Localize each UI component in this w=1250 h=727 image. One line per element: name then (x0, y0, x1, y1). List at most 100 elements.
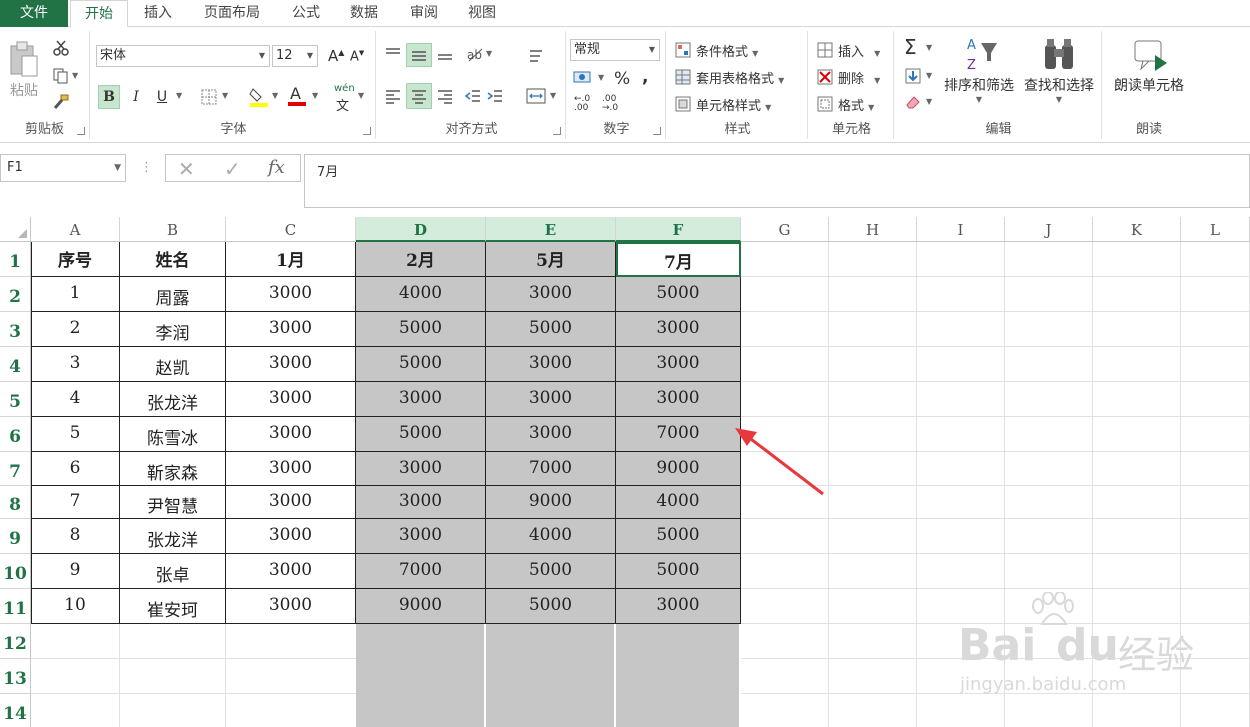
table-cell-b6[interactable]: 陈雪冰 (120, 417, 226, 452)
selected-empty-cell[interactable] (616, 624, 741, 727)
fill-icon[interactable] (904, 67, 922, 85)
autosum-icon[interactable]: Σ (904, 35, 917, 59)
align-bottom-icon[interactable] (436, 45, 454, 63)
name-box[interactable]: F1 ▼ (0, 154, 126, 182)
row-header-5[interactable]: 5 (0, 382, 31, 417)
tab-data[interactable]: 数据 (338, 0, 390, 27)
row-header-8[interactable]: 8 (0, 486, 31, 519)
table-cell-a4[interactable]: 3 (31, 347, 120, 382)
enter-icon[interactable]: ✓ (224, 157, 241, 181)
number-launcher-icon[interactable] (653, 127, 661, 135)
table-cell-a6[interactable]: 5 (31, 417, 120, 452)
formula-input[interactable]: 7月 (304, 154, 1250, 208)
format-as-table-button[interactable]: 套用表格格式 ▼ (696, 68, 784, 87)
table-cell-d3[interactable]: 5000 (356, 312, 486, 347)
align-right-icon[interactable] (436, 87, 454, 105)
column-header-c[interactable]: C (226, 217, 356, 242)
table-cell-c5[interactable]: 3000 (226, 382, 356, 417)
table-cell-c6[interactable]: 3000 (226, 417, 356, 452)
table-cell-a2[interactable]: 1 (31, 277, 120, 312)
header-cell-d[interactable]: 2月 (356, 242, 486, 277)
column-header-i[interactable]: I (917, 217, 1005, 242)
table-cell-f2[interactable]: 5000 (616, 277, 741, 312)
row-header-4[interactable]: 4 (0, 347, 31, 382)
copy-icon[interactable] (52, 67, 70, 85)
table-cell-d2[interactable]: 4000 (356, 277, 486, 312)
align-top-icon[interactable] (384, 45, 402, 63)
currency-icon[interactable] (572, 69, 594, 87)
table-cell-e9[interactable]: 4000 (486, 519, 616, 554)
orientation-icon[interactable]: ab (466, 45, 484, 63)
border-dropdown-icon[interactable]: ▼ (222, 91, 228, 100)
tab-page-layout[interactable]: 页面布局 (192, 0, 272, 27)
header-cell-c[interactable]: 1月 (226, 242, 356, 277)
select-all-icon[interactable] (0, 217, 31, 242)
font-color-icon[interactable]: A (286, 83, 308, 109)
percent-button[interactable]: % (614, 69, 630, 89)
column-header-j[interactable]: J (1005, 217, 1093, 242)
increase-indent-icon[interactable] (486, 87, 504, 105)
read-cell-button[interactable]: 朗读单元格 (1106, 35, 1192, 105)
column-header-l[interactable]: L (1181, 217, 1250, 242)
table-cell-b3[interactable]: 李润 (120, 312, 226, 347)
tab-review[interactable]: 审阅 (398, 0, 450, 27)
row-header-6[interactable]: 6 (0, 417, 31, 452)
paste-button[interactable]: 粘贴 (4, 35, 44, 105)
tab-view[interactable]: 视图 (456, 0, 508, 27)
table-cell-c8[interactable]: 3000 (226, 486, 356, 519)
table-cell-d5[interactable]: 3000 (356, 382, 486, 417)
align-center-button[interactable] (406, 83, 432, 109)
copy-dropdown-icon[interactable]: ▼ (72, 71, 78, 80)
cut-icon[interactable] (52, 39, 70, 57)
table-cell-b4[interactable]: 赵凯 (120, 347, 226, 382)
format-painter-icon[interactable] (52, 93, 70, 111)
increase-decimal-icon[interactable]: ←.0.00 (574, 95, 590, 113)
font-launcher-icon[interactable] (363, 127, 371, 135)
table-cell-e5[interactable]: 3000 (486, 382, 616, 417)
clipboard-launcher-icon[interactable] (77, 127, 85, 135)
tab-home[interactable]: 开始 (70, 0, 128, 28)
row-header-2[interactable]: 2 (0, 277, 31, 312)
table-cell-a3[interactable]: 2 (31, 312, 120, 347)
table-cell-d7[interactable]: 3000 (356, 452, 486, 486)
column-header-d[interactable]: D (356, 217, 486, 242)
selected-empty-cell[interactable] (486, 624, 616, 727)
bold-button[interactable]: B (98, 85, 120, 109)
alignment-launcher-icon[interactable] (553, 127, 561, 135)
table-cell-f10[interactable]: 5000 (616, 554, 741, 589)
table-cell-b7[interactable]: 靳家森 (120, 452, 226, 486)
underline-dropdown-icon[interactable]: ▼ (176, 91, 182, 100)
decrease-decimal-icon[interactable]: .00 →.0 (602, 95, 618, 113)
table-cell-d11[interactable]: 9000 (356, 589, 486, 624)
row-header-7[interactable]: 7 (0, 452, 31, 486)
find-select-button[interactable]: 查找和选择 ▼ (1020, 35, 1098, 117)
border-icon[interactable] (200, 88, 218, 106)
table-cell-f7[interactable]: 9000 (616, 452, 741, 486)
row-header-1[interactable]: 1 (0, 242, 31, 277)
insert-cells-button[interactable]: 插入 ▼ (838, 41, 880, 60)
table-cell-a11[interactable]: 10 (31, 589, 120, 624)
column-header-f[interactable]: F (616, 217, 741, 242)
table-cell-b2[interactable]: 周露 (120, 277, 226, 312)
table-cell-f8[interactable]: 4000 (616, 486, 741, 519)
table-cell-d4[interactable]: 5000 (356, 347, 486, 382)
table-cell-e8[interactable]: 9000 (486, 486, 616, 519)
table-cell-e2[interactable]: 3000 (486, 277, 616, 312)
table-cell-a8[interactable]: 7 (31, 486, 120, 519)
align-middle-button[interactable] (406, 43, 432, 67)
table-cell-d8[interactable]: 3000 (356, 486, 486, 519)
column-header-e[interactable]: E (486, 217, 616, 242)
increase-font-icon[interactable]: A▲ (328, 47, 344, 65)
table-cell-c11[interactable]: 3000 (226, 589, 356, 624)
clear-dropdown-icon[interactable]: ▼ (926, 97, 932, 106)
table-cell-f6[interactable]: 7000 (616, 417, 741, 452)
tab-formulas[interactable]: 公式 (280, 0, 332, 27)
font-color-dropdown-icon[interactable]: ▼ (312, 91, 318, 100)
header-cell-a[interactable]: 序号 (31, 242, 120, 277)
underline-button[interactable]: U (152, 85, 172, 109)
table-cell-e3[interactable]: 5000 (486, 312, 616, 347)
row-header-9[interactable]: 9 (0, 519, 31, 554)
align-left-icon[interactable] (384, 87, 402, 105)
column-header-g[interactable]: G (741, 217, 829, 242)
row-header-3[interactable]: 3 (0, 312, 31, 347)
